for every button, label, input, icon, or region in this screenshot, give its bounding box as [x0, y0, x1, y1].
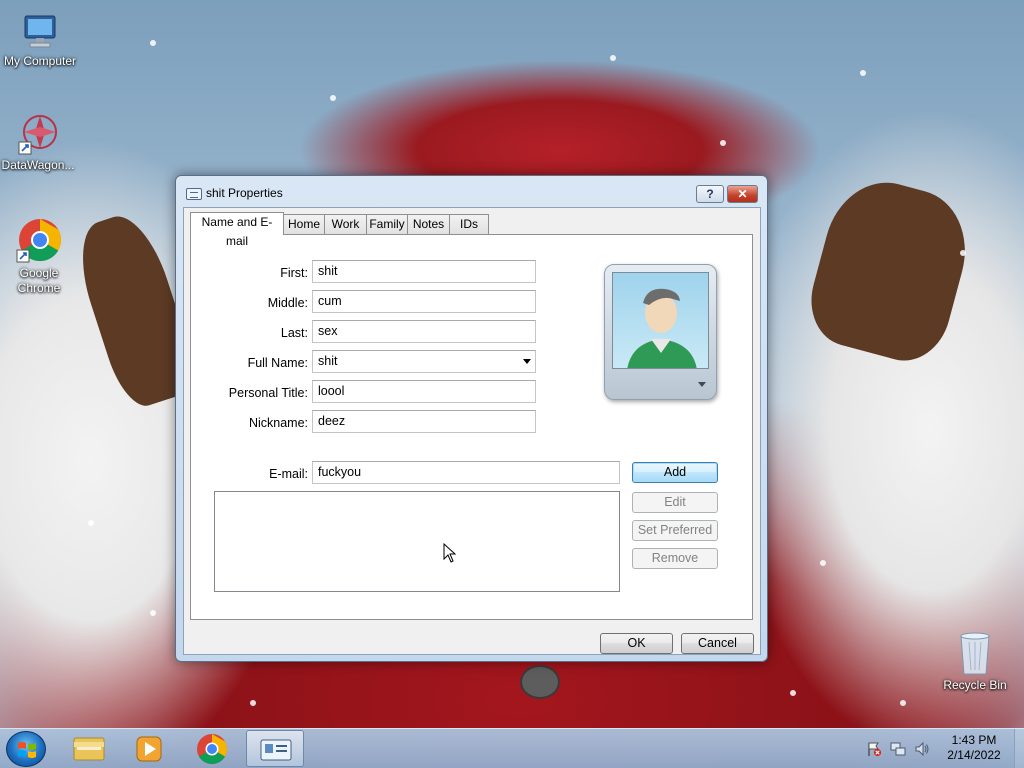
snowflake — [820, 560, 826, 566]
snowflake — [330, 95, 336, 101]
tab-notes[interactable]: Notes — [407, 214, 450, 234]
snowflake — [250, 700, 256, 706]
contact-picture-button[interactable] — [604, 264, 717, 400]
tab-name-and-email[interactable]: Name and E-mail — [190, 212, 284, 248]
email-list[interactable] — [214, 491, 620, 592]
snowflake — [150, 40, 156, 46]
person-silhouette-icon — [627, 288, 697, 368]
snowflake — [900, 700, 906, 706]
nickname-label: Nickname: — [248, 416, 308, 430]
chrome-shortcut-icon — [16, 216, 62, 264]
picture-dropdown-icon[interactable] — [698, 382, 706, 387]
name-and-email-page: First: shit Middle: cum Last: sex Full N… — [190, 234, 753, 620]
desktop-icon-label: Recycle Bin — [943, 678, 1007, 692]
cancel-button[interactable]: Cancel — [681, 633, 754, 654]
windows-logo-icon — [18, 742, 36, 758]
desktop-icon-label: DataWagon... — [1, 158, 75, 172]
recycle-bin-icon — [955, 630, 995, 676]
volume-icon[interactable] — [914, 741, 930, 757]
email-label: E-mail: — [269, 467, 308, 481]
computer-icon — [19, 10, 61, 52]
taskbar: 1:43 PM 2/14/2022 — [0, 728, 1024, 768]
snowflake — [150, 610, 156, 616]
first-label: First: — [280, 266, 308, 280]
desktop-icon-recycle-bin[interactable]: Recycle Bin — [935, 630, 1015, 693]
dropdown-arrow-icon[interactable] — [523, 359, 531, 364]
dialog-client-area: Name and E-mail Home Work Family Notes I… — [183, 207, 761, 655]
last-label: Last: — [280, 326, 308, 340]
desktop-icon-google-chrome[interactable]: Google Chrome — [0, 216, 79, 296]
email-field[interactable]: fuckyou — [312, 461, 620, 484]
nickname-field[interactable]: deez — [312, 410, 536, 433]
personal-title-field[interactable]: loool — [312, 380, 536, 403]
coat-button-decoration — [520, 665, 560, 699]
snowflake — [88, 520, 94, 526]
datawagon-shortcut-icon — [17, 112, 59, 156]
taskbar-file-explorer[interactable] — [60, 730, 118, 767]
snowflake — [860, 70, 866, 76]
remove-email-button[interactable]: Remove — [632, 548, 718, 569]
start-button[interactable] — [6, 731, 46, 767]
middle-label: Middle: — [267, 296, 308, 310]
snowflake — [960, 250, 966, 256]
network-icon[interactable] — [890, 741, 906, 757]
contact-properties-window: shit Properties ? ✕ Name and E-mail Home… — [175, 175, 768, 662]
personal-title-label: Personal Title: — [228, 386, 308, 400]
show-desktop-button[interactable] — [1014, 729, 1024, 768]
contacts-properties-icon — [260, 739, 292, 761]
add-email-button[interactable]: Add — [632, 462, 718, 483]
contact-avatar — [612, 272, 709, 369]
desktop-icon-label: Google Chrome — [17, 266, 61, 295]
taskbar-clock[interactable]: 1:43 PM 2/14/2022 — [938, 733, 1010, 763]
full-name-label: Full Name: — [247, 356, 308, 370]
tab-home[interactable]: Home — [283, 214, 325, 234]
media-player-icon — [136, 736, 162, 762]
desktop-icon-datawagon[interactable]: DataWagon... — [0, 112, 78, 173]
ok-button[interactable]: OK — [600, 633, 673, 654]
last-name-field[interactable]: sex — [312, 320, 536, 343]
contact-card-icon — [186, 188, 202, 200]
tab-ids[interactable]: IDs — [449, 214, 489, 234]
middle-name-field[interactable]: cum — [312, 290, 536, 313]
desktop: { "desktop": { "icons": [ {"label": "My … — [0, 0, 1024, 768]
snowflake — [610, 55, 616, 61]
tab-work[interactable]: Work — [324, 214, 367, 234]
taskbar-media-player[interactable] — [120, 730, 178, 767]
desktop-icon-my-computer[interactable]: My Computer — [0, 10, 80, 69]
action-center-flag-icon[interactable] — [866, 741, 882, 757]
taskbar-chrome[interactable] — [183, 730, 241, 767]
close-button[interactable]: ✕ — [727, 185, 758, 203]
desktop-icon-label: My Computer — [3, 54, 77, 68]
help-button[interactable]: ? — [696, 185, 724, 203]
window-title: shit Properties — [206, 186, 283, 200]
clock-date: 2/14/2022 — [947, 748, 1001, 762]
chrome-icon — [197, 734, 228, 765]
full-name-combobox[interactable]: shit — [312, 350, 536, 373]
snowflake — [720, 140, 726, 146]
mouse-cursor-icon — [443, 543, 457, 563]
snowflake — [790, 690, 796, 696]
title-bar[interactable]: shit Properties ? ✕ — [176, 176, 767, 208]
first-name-field[interactable]: shit — [312, 260, 536, 283]
tab-family[interactable]: Family — [366, 214, 408, 234]
set-preferred-button[interactable]: Set Preferred — [632, 520, 718, 541]
file-explorer-icon — [73, 737, 105, 761]
full-name-value: shit — [318, 354, 338, 368]
right-glove-decoration — [800, 169, 980, 371]
edit-email-button[interactable]: Edit — [632, 492, 718, 513]
clock-time: 1:43 PM — [951, 733, 997, 747]
taskbar-contact-properties[interactable] — [246, 730, 304, 767]
